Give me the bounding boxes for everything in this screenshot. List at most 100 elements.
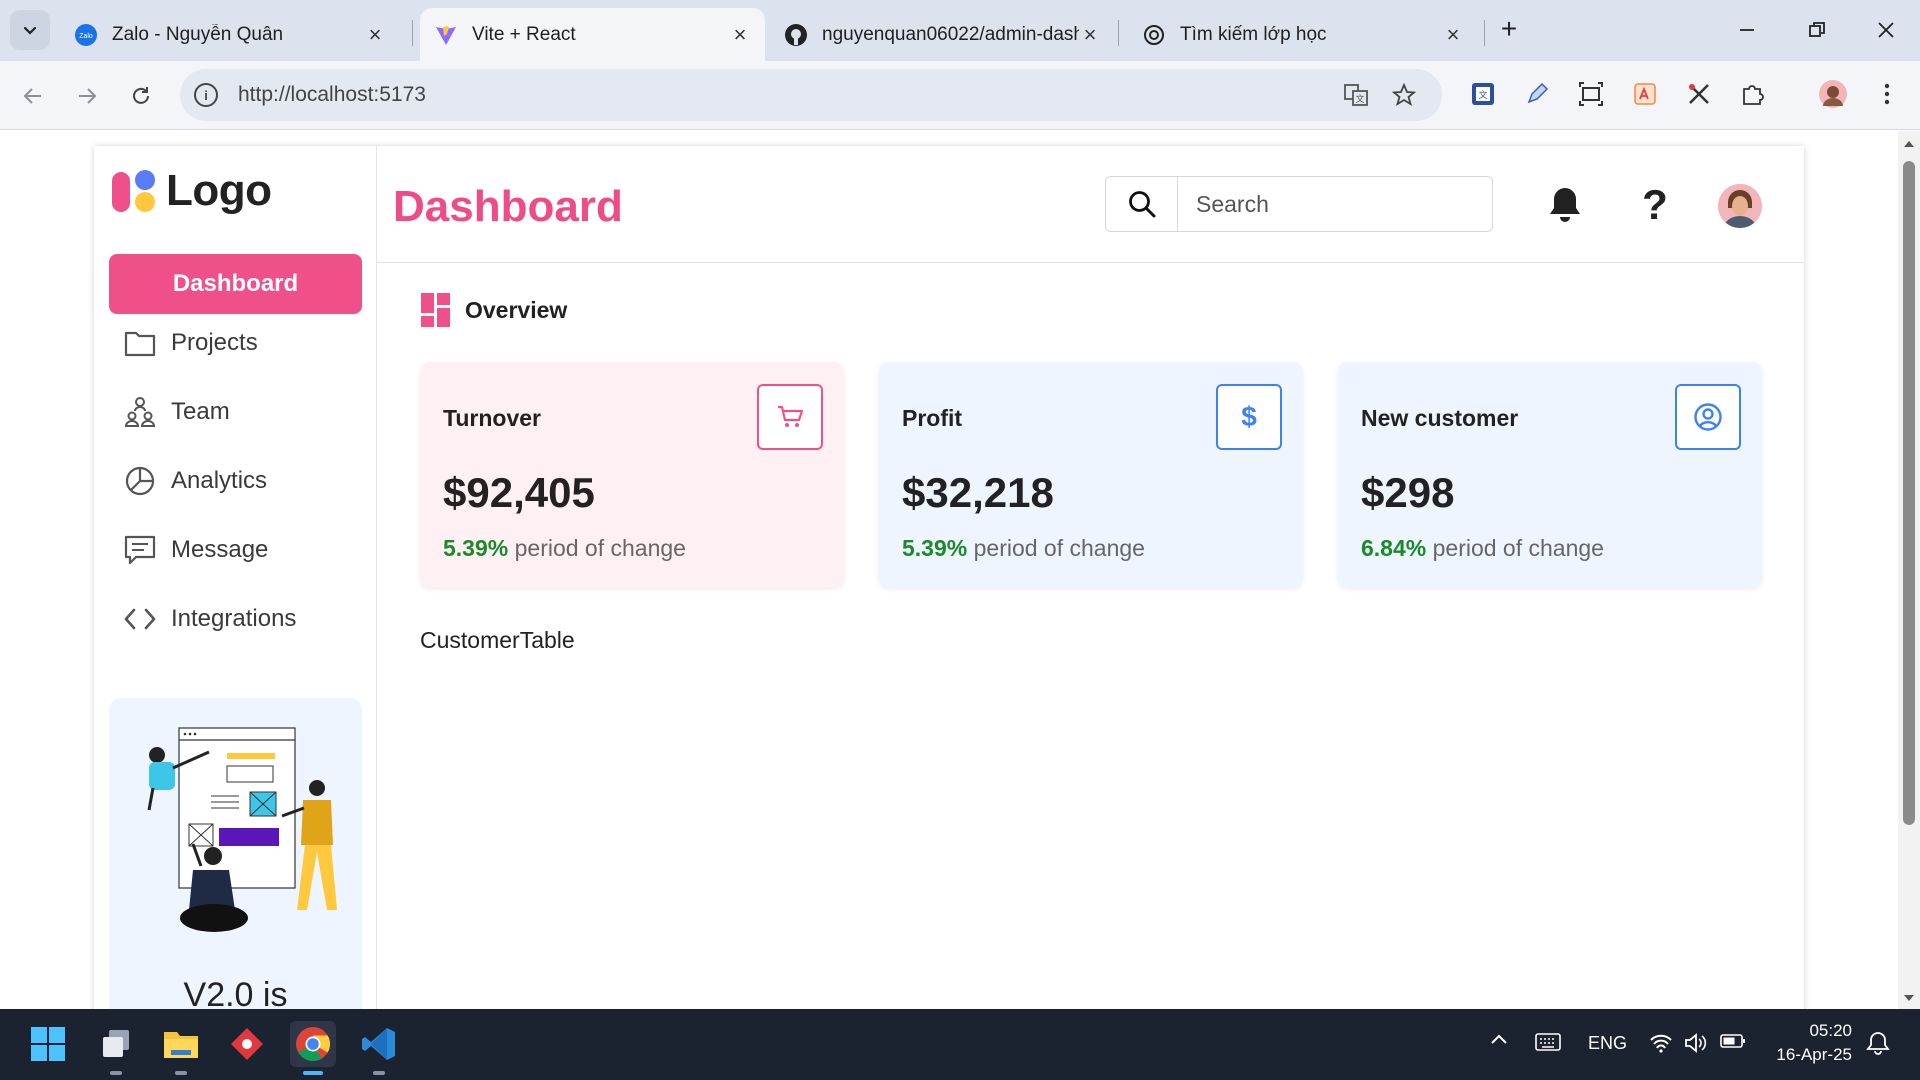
close-icon[interactable]: × [729,22,751,47]
close-icon[interactable]: × [1442,22,1464,47]
close-icon[interactable]: × [364,22,386,47]
user-avatar-image [1718,184,1762,228]
profile-avatar-icon[interactable] [1818,79,1848,109]
extension-pen-icon[interactable] [1522,79,1552,109]
url-text: http://localhost:5173 [238,83,426,106]
card-change: 5.39% period of change [902,535,1145,562]
github-icon [784,23,808,47]
file-explorer-button[interactable] [158,1021,204,1075]
running-indicator [373,1071,385,1075]
card-value: $92,405 [443,469,595,516]
back-button[interactable] [16,79,50,113]
wifi-icon[interactable] [1649,1033,1673,1053]
search-input[interactable] [1178,189,1478,219]
tab-title: Vite + React [472,23,576,45]
browser-tab-zalo[interactable]: Zalo Zalo - Nguyễn Quân × [60,8,400,61]
stat-card-turnover: Turnover $92,405 5.39% period of change [420,362,844,587]
sidebar-item-label: Team [171,398,230,425]
sidebar-item-dashboard[interactable]: Dashboard [109,254,362,314]
sidebar-item-analytics[interactable]: Analytics [109,451,362,511]
scrollbar-thumb[interactable] [1903,161,1915,825]
taskbar: ENG 05:20 16-Apr-25 [0,1009,1920,1080]
running-indicator [175,1071,187,1075]
bookmark-star-icon[interactable] [1390,81,1418,109]
tab-separator [412,20,413,46]
page-title: Dashboard [393,182,623,231]
sidebar-item-projects[interactable]: Projects [109,313,362,373]
card-label: Turnover [443,405,541,431]
arrow-left-icon [23,88,41,104]
git-app-button[interactable] [224,1021,270,1067]
scroll-down-icon[interactable] [1898,991,1920,1005]
browser-tab-vite[interactable]: Vite + React × [420,8,765,61]
svg-text:文: 文 [1478,89,1487,100]
change-text: period of change [1432,535,1604,561]
sidebar-item-message[interactable]: Message [109,520,362,580]
task-view-button[interactable] [93,1021,139,1075]
new-tab-button[interactable]: + [1494,13,1524,44]
notification-bell-icon[interactable] [1544,184,1586,226]
overview-label: Overview [465,296,568,323]
minimize-button[interactable] [1727,14,1767,46]
window-close-button[interactable] [1866,14,1906,46]
keyboard-icon [1535,1033,1561,1051]
dollar-icon-button[interactable]: $ [1216,384,1282,450]
browser-tab-openai[interactable]: Tìm kiếm lớp học × [1128,8,1478,61]
extension-dictionary-icon[interactable]: 文 [1468,79,1498,109]
extensions-puzzle-icon[interactable] [1738,79,1768,109]
extension-tools-icon[interactable] [1684,79,1714,109]
stat-card-new-customer: New customer $298 6.84% period of change [1338,362,1762,587]
running-indicator [110,1071,122,1075]
volume-icon[interactable] [1684,1033,1708,1053]
code-icon [123,602,157,636]
tab-title: Zalo - Nguyễn Quân [112,23,284,45]
clock-date: 16-Apr-25 [1776,1045,1852,1064]
card-label: New customer [1361,405,1519,431]
battery-icon[interactable] [1720,1033,1746,1049]
sidebar-item-team[interactable]: Team [109,382,362,442]
address-bar[interactable]: i http://localhost:5173 文 [180,69,1442,121]
top-header: Dashboard ? [377,146,1804,263]
restore-button[interactable] [1797,14,1837,46]
sidebar-item-label: Integrations [171,605,297,632]
avatar[interactable] [1718,184,1762,228]
notification-icon [1866,1032,1890,1055]
sidebar-item-integrations[interactable]: Integrations [109,589,362,649]
scroll-up-icon[interactable] [1898,137,1920,151]
logo[interactable]: Logo [112,166,272,216]
close-icon[interactable]: × [1079,22,1101,47]
page-scrollbar[interactable] [1898,131,1920,1009]
search-icon[interactable] [1106,177,1178,231]
promo-card: V2.0 is [109,698,362,1009]
chrome-button[interactable] [290,1021,336,1075]
browser-menu-icon[interactable] [1872,79,1902,109]
vscode-button[interactable] [356,1021,402,1075]
folder-icon [164,1032,198,1058]
card-change: 5.39% period of change [443,535,686,562]
forward-button[interactable] [70,79,104,113]
card-label: Profit [902,405,963,431]
language-indicator[interactable]: ENG [1588,1033,1627,1054]
search-box[interactable] [1105,176,1493,232]
folder-icon [123,326,157,360]
tab-search-button[interactable] [10,10,50,50]
change-percent: 6.84% [1361,535,1427,561]
extension-pdf-icon[interactable] [1630,79,1660,109]
touch-keyboard-button[interactable] [1535,1033,1561,1051]
translate-icon[interactable]: 文 [1342,81,1370,109]
notification-center-button[interactable] [1866,1031,1890,1055]
team-icon [123,395,157,429]
running-indicator [303,1071,323,1075]
user-circle-icon-button[interactable] [1675,384,1741,450]
windows-icon [31,1027,65,1061]
change-text: period of change [514,535,686,561]
site-info-icon[interactable]: i [194,83,218,107]
browser-tab-github[interactable]: nguyenquan06022/admin-dash × [770,8,1115,61]
help-icon[interactable]: ? [1634,181,1676,228]
clock[interactable]: 05:20 16-Apr-25 [1760,1019,1852,1067]
show-hidden-icons-button[interactable] [1490,1033,1508,1045]
extension-screenshot-icon[interactable] [1576,79,1606,109]
reload-button[interactable] [124,79,158,113]
cart-icon-button[interactable] [757,384,823,450]
start-button[interactable] [25,1021,71,1067]
